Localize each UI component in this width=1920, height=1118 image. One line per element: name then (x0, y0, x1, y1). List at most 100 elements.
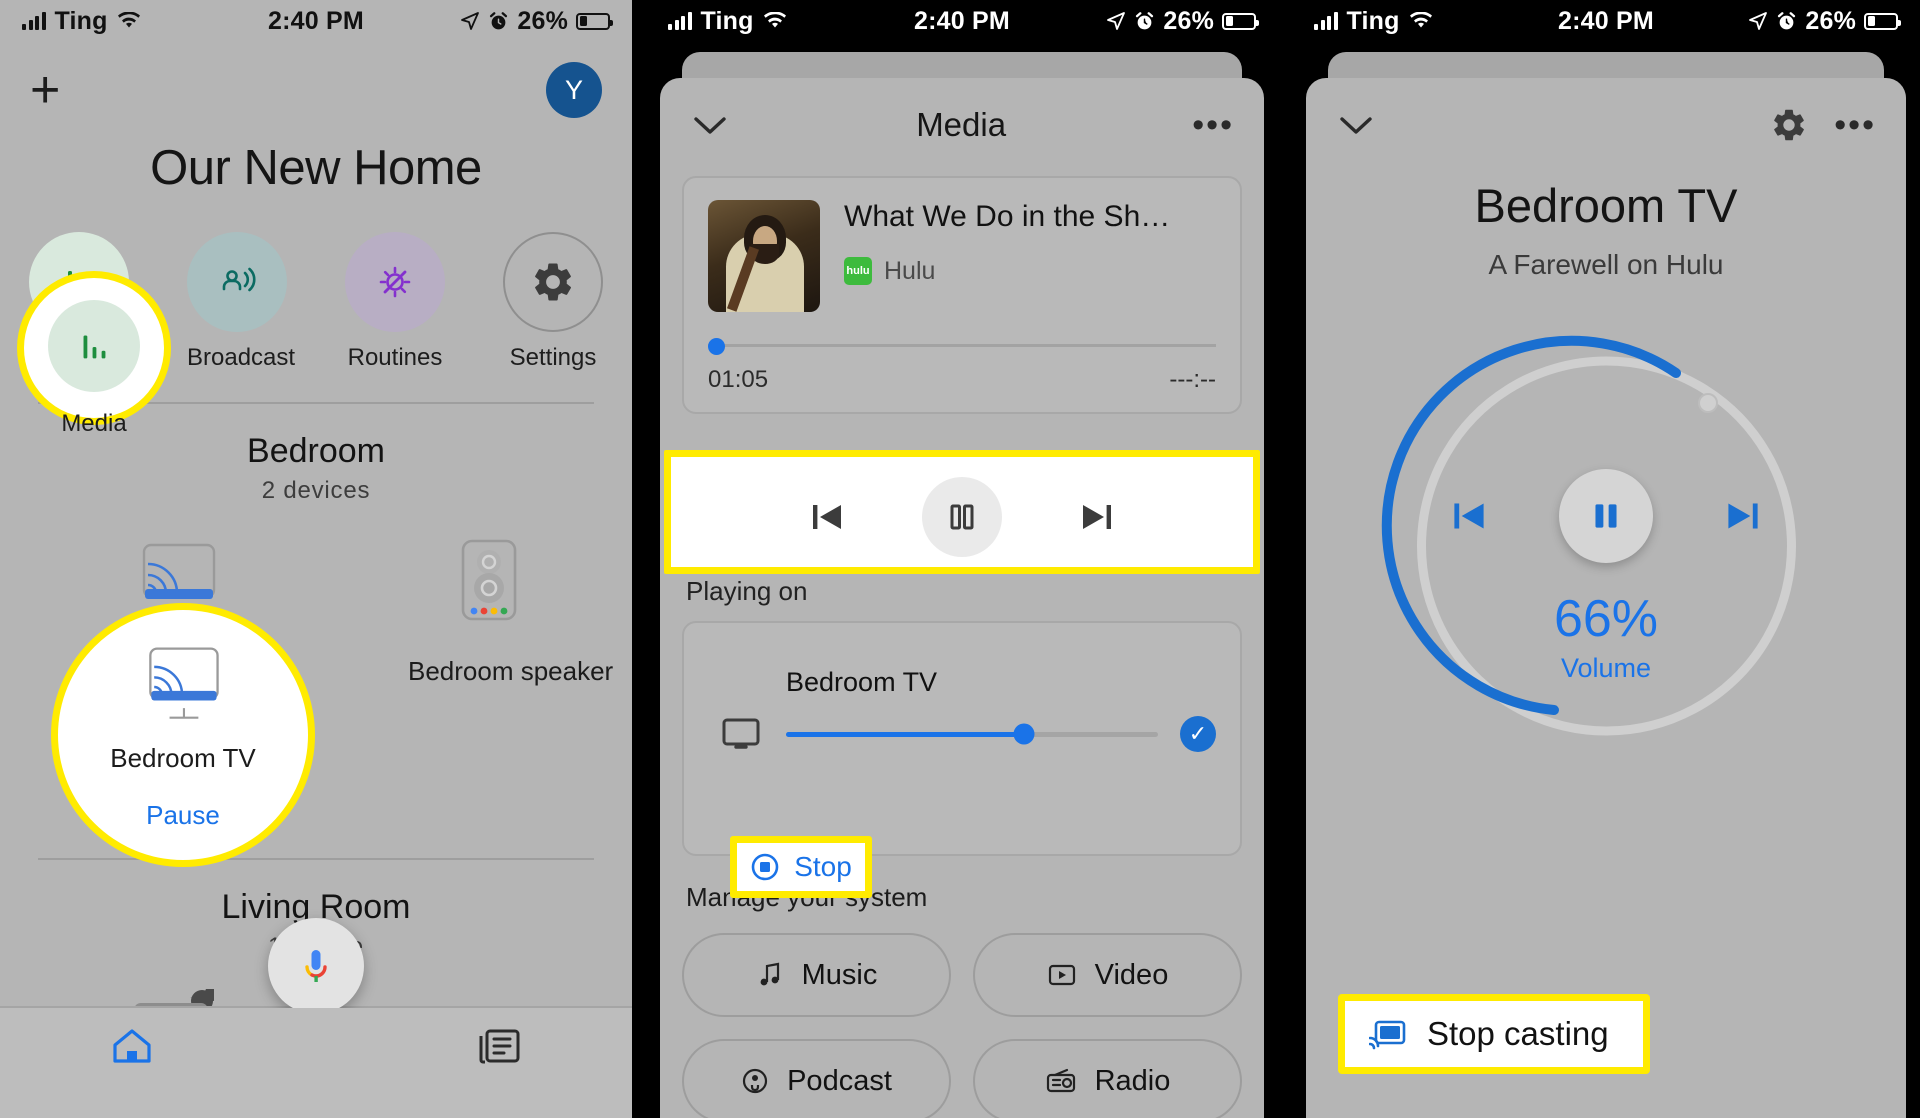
now-playing-source: hulu Hulu (844, 257, 1216, 286)
transport-controls (671, 457, 1253, 577)
assistant-mic-button[interactable] (268, 918, 364, 1014)
media-bars-icon-highlighted[interactable] (48, 300, 140, 392)
now-playing-card: What We Do in the Shado... hulu Hulu 01:… (682, 176, 1242, 414)
wifi-icon (763, 12, 786, 28)
room-device-count-bedroom: 2 devices (261, 477, 371, 504)
source-name: Hulu (884, 256, 936, 285)
alarm-clock-icon (1778, 11, 1796, 29)
chevron-down-icon[interactable] (1336, 112, 1376, 138)
carrier-label: Ting (700, 6, 754, 35)
playing-on-card: Bedroom TV ✓ Stop (682, 621, 1242, 898)
panel-device-control: Ting 2:40 PM 26% ••• Bedroom TV A Farewe… (1292, 0, 1920, 1118)
progress-slider[interactable] (708, 338, 1216, 355)
stop-circle-icon (751, 853, 779, 881)
playing-on-device-name: Bedroom TV (786, 667, 938, 697)
chip-video[interactable]: Video (973, 933, 1242, 1017)
panel-media-sheet: Ting 2:40 PM 26% Media ••• What We Do in… (646, 0, 1278, 1118)
skip-next-icon[interactable] (1074, 497, 1120, 537)
carrier-label: Ting (1346, 6, 1400, 35)
location-arrow-icon (461, 12, 480, 30)
status-bar-right: 26% (460, 7, 613, 36)
chip-podcast[interactable]: Podcast (682, 1039, 951, 1118)
play-pause-button[interactable] (1559, 469, 1653, 563)
more-horizontal-icon[interactable]: ••• (1834, 108, 1876, 142)
signal-bars-icon (1314, 12, 1338, 30)
chevron-down-icon[interactable] (690, 112, 730, 138)
alarm-clock-icon (490, 11, 508, 29)
elapsed-time: 01:05 (708, 366, 769, 393)
chip-label: Music (801, 958, 878, 991)
pause-icon (1595, 504, 1617, 528)
podcast-icon (742, 1068, 768, 1094)
skip-previous-icon[interactable] (804, 497, 850, 537)
feed-icon[interactable] (476, 1026, 522, 1066)
highlight-box-stop: Stop (730, 836, 872, 898)
quick-action-label: Broadcast (187, 344, 296, 371)
media-sheet-wrap: Media ••• What We Do in the Shado... hul… (646, 42, 1278, 1118)
skip-previous-icon[interactable] (1445, 495, 1493, 537)
stop-button-label[interactable]: Stop (794, 851, 852, 883)
wifi-icon (117, 12, 140, 28)
quick-action-routines[interactable]: Routines (345, 232, 445, 372)
device-title: Bedroom TV (1474, 179, 1738, 232)
highlighted-media-label: Media (61, 410, 127, 437)
battery-icon (1864, 12, 1901, 30)
volume-dial[interactable]: 66% Volume (1376, 321, 1836, 741)
bottom-nav-bar (0, 1008, 632, 1118)
remaining-time: ---:-- (1169, 366, 1216, 393)
three-panel-screenshot: Ting 2:40 PM 26% + Y Our New Home Broadc… (0, 0, 1920, 1118)
quick-action-broadcast[interactable]: Broadcast (187, 232, 296, 372)
play-pause-button[interactable] (922, 477, 1002, 557)
manage-chips-row: Music Video Podcast Radio (660, 913, 1264, 1118)
device-bedroom-speaker[interactable]: Bedroom speaker (408, 535, 613, 687)
device-state: Pause (146, 800, 220, 830)
progress-handle[interactable] (708, 338, 725, 355)
highlight-box-transport (664, 450, 1260, 574)
home-top-bar: + Y (0, 42, 632, 118)
more-horizontal-icon[interactable]: ••• (1192, 108, 1234, 142)
home-icon[interactable] (110, 1026, 154, 1066)
skip-next-icon[interactable] (1719, 495, 1767, 537)
chip-label: Radio (1094, 1064, 1171, 1097)
battery-percent-label: 26% (1163, 6, 1214, 35)
google-assistant-mic-icon (305, 950, 327, 982)
chip-music[interactable]: Music (682, 933, 951, 1017)
battery-percent-label: 26% (1805, 6, 1856, 35)
chip-label: Video (1094, 958, 1169, 991)
wifi-icon (1409, 12, 1432, 28)
music-note-icon (760, 962, 779, 986)
radio-icon (1046, 1068, 1075, 1093)
quick-action-label: Routines (347, 344, 443, 371)
panel-separator-2 (1278, 0, 1292, 1118)
chip-radio[interactable]: Radio (973, 1039, 1242, 1118)
status-bar-right: 26% (1748, 6, 1901, 36)
device-bedroom-tv-highlighted[interactable]: Bedroom TV Pause (58, 610, 308, 860)
volume-knob[interactable] (1013, 723, 1035, 745)
device-name: Bedroom TV (110, 743, 256, 773)
now-playing-title: What We Do in the Shado... (844, 200, 1184, 233)
volume-percent-label: 66% (1553, 590, 1659, 648)
gear-icon[interactable] (1770, 106, 1808, 144)
add-device-button[interactable]: + (30, 64, 60, 116)
status-bar-panel3: Ting 2:40 PM 26% (1292, 0, 1920, 42)
signal-bars-icon (22, 12, 46, 30)
cast-connected-icon (1369, 1020, 1406, 1050)
stop-casting-button[interactable]: Stop casting (1338, 994, 1650, 1074)
location-arrow-icon (1107, 12, 1126, 30)
check-circle-icon[interactable]: ✓ (1180, 716, 1216, 752)
now-playing-row: What We Do in the Shado... hulu Hulu (708, 200, 1216, 312)
avatar[interactable]: Y (546, 62, 602, 118)
quick-action-label: Settings (509, 344, 597, 371)
status-bar-right: 26% (1106, 6, 1259, 36)
home-screen-body: + Y Our New Home Media (0, 42, 632, 1118)
status-bar-left: Ting (668, 7, 787, 36)
device-volume-slider[interactable] (786, 723, 1158, 745)
media-sheet-title: Media (916, 106, 1007, 143)
status-bar-panel1: Ting 2:40 PM 26% (0, 0, 632, 42)
media-sheet-header: Media ••• (660, 78, 1264, 154)
panel-separator-1 (632, 0, 646, 1118)
panel-home-screen: Ting 2:40 PM 26% + Y Our New Home Broadc… (0, 0, 632, 1118)
album-art (708, 200, 820, 312)
status-bar-left: Ting (1314, 7, 1433, 36)
quick-action-settings[interactable]: Settings (503, 232, 603, 372)
